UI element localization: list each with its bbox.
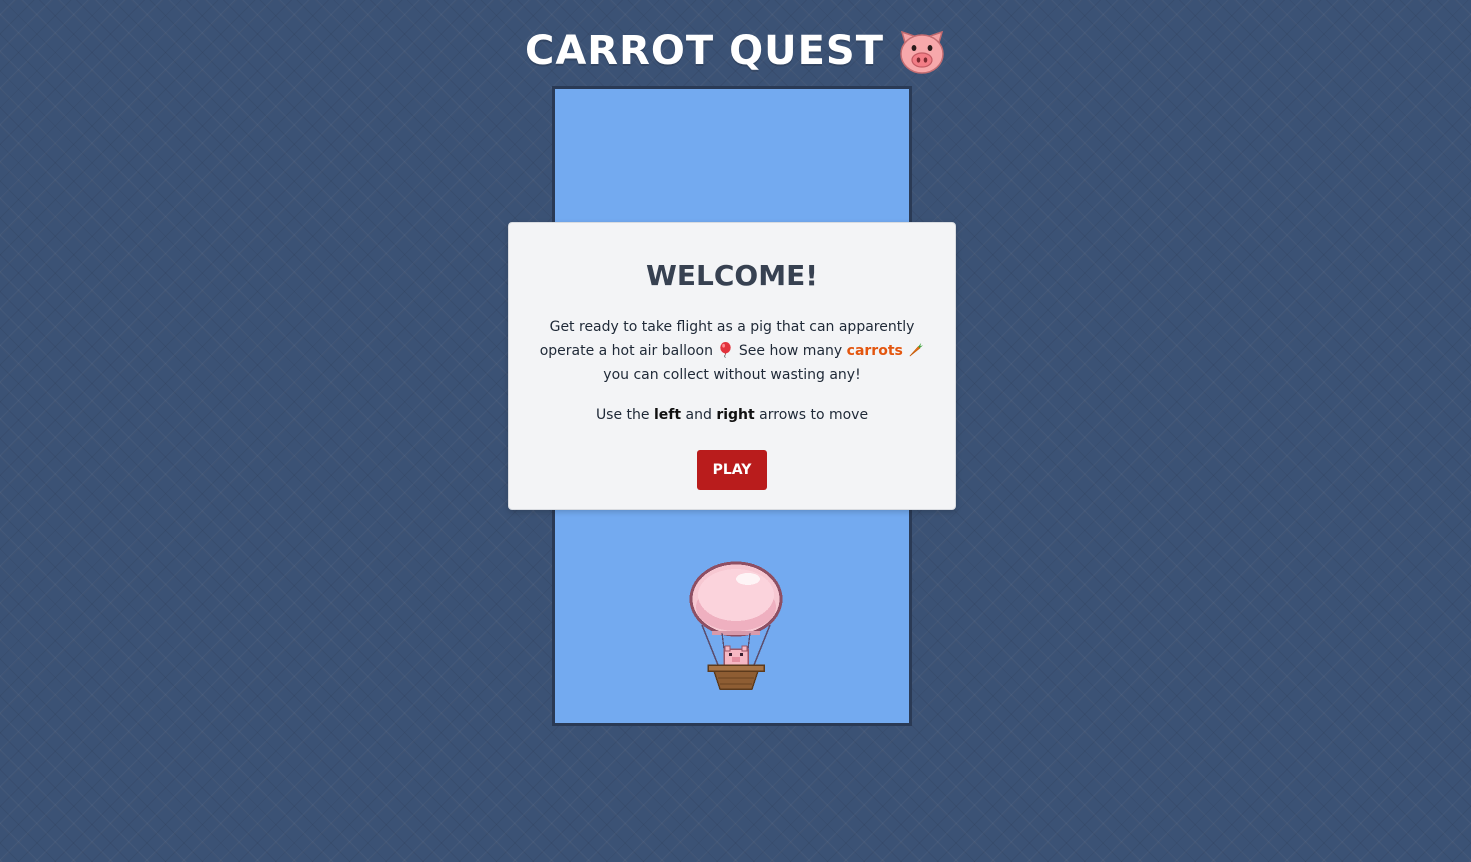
carrots-highlight: carrots xyxy=(846,343,903,359)
carrot-icon xyxy=(909,342,924,357)
game-title: CARROT QUEST xyxy=(524,28,885,74)
balloon-icon xyxy=(720,341,732,358)
modal-heading: WELCOME! xyxy=(646,259,818,292)
pig-face-icon xyxy=(900,30,944,74)
intro-text-part2: See how many xyxy=(738,343,843,359)
instructions-prefix: Use the xyxy=(595,407,650,423)
left-key-label: left xyxy=(653,407,682,423)
right-key-label: right xyxy=(716,407,755,423)
modal-instructions: Use the left and right arrows to move xyxy=(509,403,955,427)
modal-intro-text: Get ready to take flight as a pig that c… xyxy=(535,315,929,387)
instructions-and: and xyxy=(685,407,712,423)
pig-hot-air-balloon-sprite xyxy=(689,561,783,690)
intro-text-part3: you can collect without wasting any! xyxy=(603,367,861,383)
welcome-modal: WELCOME! Get ready to take flight as a p… xyxy=(508,222,956,510)
play-button[interactable]: PLAY xyxy=(697,450,767,490)
title-row: CARROT QUEST xyxy=(0,26,1471,76)
instructions-suffix: arrows to move xyxy=(759,407,869,423)
